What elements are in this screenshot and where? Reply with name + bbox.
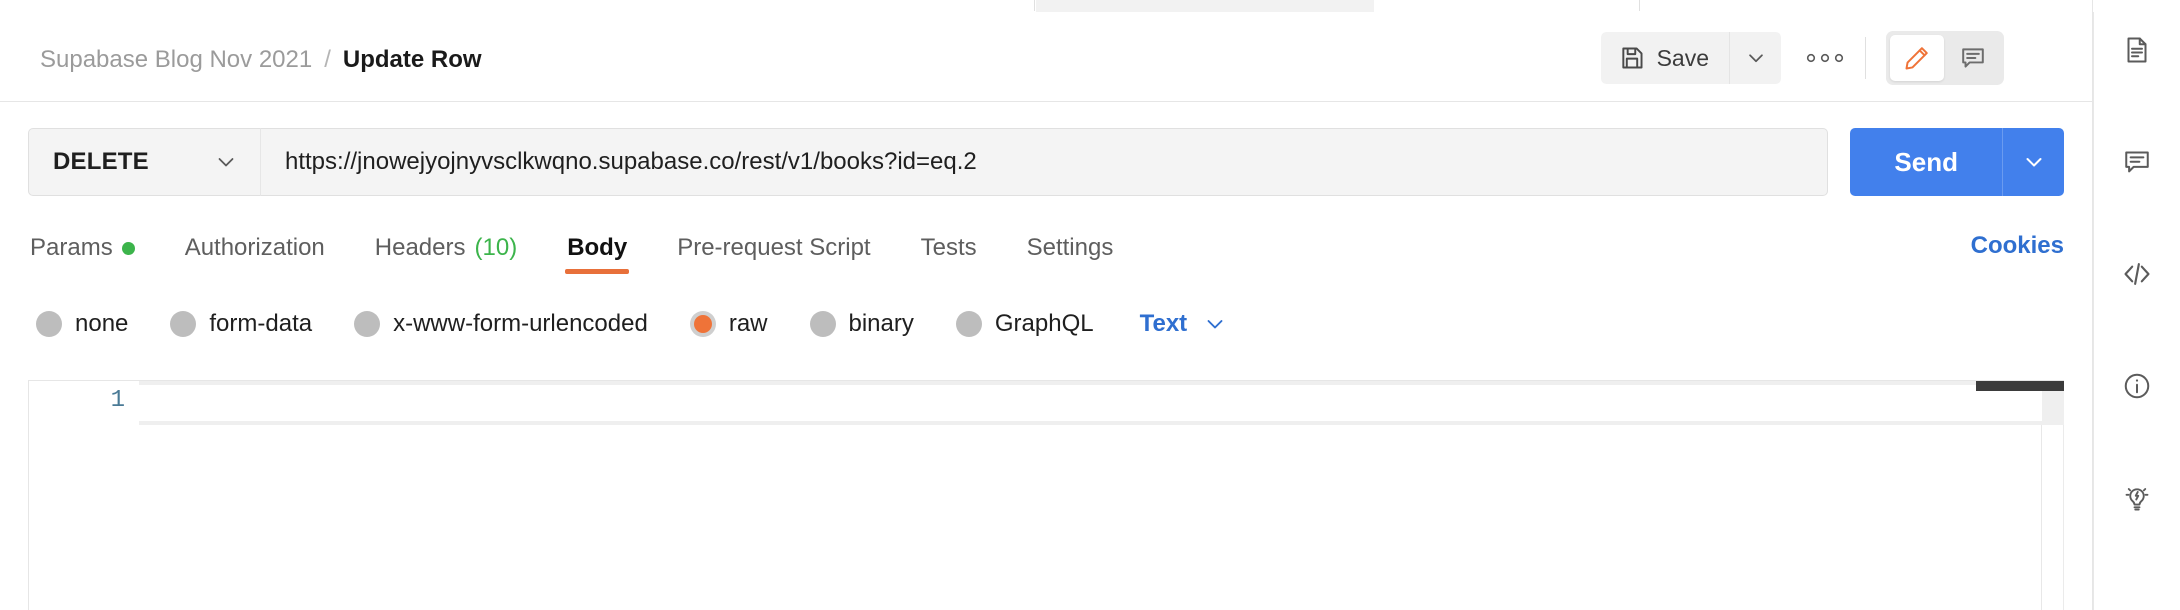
- radio-icon: [955, 311, 982, 337]
- chevron-down-icon: [1745, 47, 1767, 69]
- body-format-value: Text: [1139, 310, 1188, 337]
- tab-strip-segment[interactable]: [0, 0, 1035, 11]
- radio-icon: [170, 311, 197, 337]
- http-method-select[interactable]: DELETE: [28, 128, 260, 196]
- radio-icon-selected: [689, 311, 716, 337]
- cookies-link[interactable]: Cookies: [1971, 222, 2064, 260]
- radio-icon: [809, 311, 836, 337]
- editor-horizontal-scrollbar[interactable]: [1976, 381, 2064, 391]
- breadcrumb-parent[interactable]: Supabase Blog Nov 2021: [40, 46, 312, 74]
- save-options-button[interactable]: [1729, 32, 1781, 84]
- body-type-label: GraphQL: [994, 310, 1094, 337]
- radio-icon: [36, 311, 62, 337]
- tab-headers[interactable]: Headers (10): [373, 222, 519, 274]
- tab-params[interactable]: Params: [28, 222, 137, 274]
- send-button-group: Send: [1850, 128, 2064, 196]
- chevron-down-icon: [1203, 312, 1227, 336]
- tab-label: Pre-request Script: [677, 234, 871, 261]
- line-number: 1: [110, 387, 125, 414]
- body-type-label: form-data: [209, 310, 313, 337]
- url-bar: DELETE Send: [28, 128, 2064, 196]
- body-type-label: raw: [728, 310, 768, 337]
- http-method-value: DELETE: [53, 148, 149, 175]
- comment-icon: [2122, 147, 2152, 177]
- tab-body[interactable]: Body: [565, 222, 630, 274]
- comment-mode-button[interactable]: [1946, 35, 2000, 81]
- editor-canvas[interactable]: [139, 425, 2064, 610]
- comments-button[interactable]: [2109, 134, 2165, 190]
- tab-label: Tests: [920, 234, 977, 261]
- url-input[interactable]: [260, 128, 1829, 196]
- breadcrumb: Supabase Blog Nov 2021 / Update Row: [40, 46, 482, 74]
- documentation-button[interactable]: [2109, 22, 2165, 78]
- request-tabs: Params Authorization Headers (10) Body P…: [28, 222, 2064, 280]
- body-type-binary[interactable]: binary: [809, 310, 914, 338]
- header-divider: [1865, 37, 1866, 79]
- more-actions-button[interactable]: [1797, 32, 1853, 84]
- body-type-x-www-form-urlencoded[interactable]: x-www-form-urlencoded: [354, 310, 648, 338]
- body-type-none[interactable]: none: [36, 310, 128, 338]
- tab-label: Authorization: [184, 234, 325, 261]
- tab-strip-gap: [1036, 0, 1374, 12]
- body-type-graphql[interactable]: GraphQL: [955, 310, 1094, 338]
- headers-count: (10): [474, 234, 518, 261]
- comment-icon: [1959, 44, 1987, 72]
- body-format-select[interactable]: Text: [1140, 310, 1228, 338]
- chevron-down-icon: [2022, 150, 2046, 174]
- tab-strip-segment[interactable]: [1641, 0, 2092, 11]
- breadcrumb-separator: /: [324, 46, 331, 73]
- send-button[interactable]: Send: [1850, 128, 2002, 196]
- save-button-group: Save: [1600, 32, 1781, 84]
- pencil-icon: [1903, 44, 1931, 72]
- editor-text-area[interactable]: [139, 381, 2064, 610]
- tab-tests[interactable]: Tests: [919, 222, 979, 274]
- params-modified-dot: [121, 241, 135, 255]
- tab-strip-segment[interactable]: [1374, 0, 1640, 11]
- body-type-label: binary: [848, 310, 914, 337]
- body-type-form-data[interactable]: form-data: [170, 310, 312, 338]
- radio-icon: [354, 311, 381, 337]
- postman-request-pane: Supabase Blog Nov 2021 / Update Row Save: [0, 0, 2180, 610]
- save-button-label: Save: [1656, 44, 1709, 71]
- floppy-disk-icon: [1619, 45, 1645, 71]
- send-options-button[interactable]: [2002, 128, 2064, 196]
- save-button[interactable]: Save: [1600, 32, 1729, 84]
- info-icon: [2122, 371, 2152, 401]
- ooo-icon: [1805, 52, 1845, 64]
- tab-authorization[interactable]: Authorization: [183, 222, 327, 274]
- documentation-icon: [2122, 35, 2152, 65]
- tab-label: Params: [30, 234, 113, 261]
- code-icon: [2121, 258, 2153, 290]
- view-mode-toggle: [1886, 31, 2004, 85]
- tab-pre-request-script[interactable]: Pre-request Script: [675, 222, 872, 274]
- breadcrumb-current: Update Row: [342, 46, 482, 73]
- tab-label: Body: [567, 234, 628, 261]
- info-button[interactable]: [2109, 358, 2165, 414]
- tab-label: Settings: [1026, 234, 1114, 261]
- header-actions: Save: [1600, 31, 2004, 85]
- edit-mode-button[interactable]: [1890, 35, 1944, 81]
- body-type-options: none form-data x-www-form-urlencoded raw…: [36, 298, 1227, 350]
- related-suggestions-button[interactable]: [2109, 470, 2165, 526]
- request-header-bar: Supabase Blog Nov 2021 / Update Row Save: [0, 12, 2092, 102]
- lightbulb-icon: [2122, 483, 2152, 513]
- body-type-raw[interactable]: raw: [689, 310, 768, 338]
- body-type-label: none: [75, 310, 129, 337]
- rail-divider: [2093, 12, 2094, 610]
- editor-gutter: 1: [29, 381, 139, 610]
- editor-guide-line: [2041, 425, 2042, 610]
- chevron-down-icon: [214, 150, 238, 174]
- right-sidebar: [2092, 0, 2180, 610]
- body-type-label: x-www-form-urlencoded: [393, 310, 648, 337]
- request-body-editor[interactable]: 1: [28, 380, 2064, 610]
- tab-label: Headers: [374, 234, 466, 261]
- editor-active-line: [139, 385, 2042, 421]
- editor-edge-line: [2063, 425, 2064, 610]
- tab-settings[interactable]: Settings: [1025, 222, 1116, 274]
- code-snippet-button[interactable]: [2109, 246, 2165, 302]
